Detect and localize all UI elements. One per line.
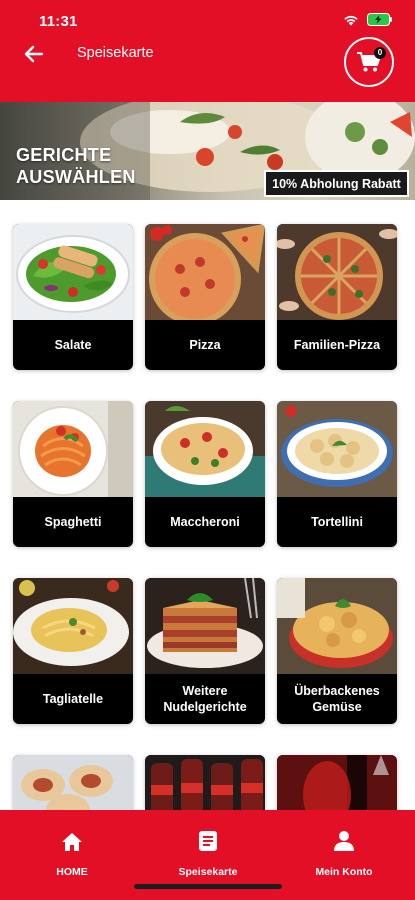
category-label: Spaghetti <box>44 515 102 529</box>
category-label: Familien-Pizza <box>293 338 381 352</box>
category-label: Maccheroni <box>170 515 240 529</box>
category-card-tortellini[interactable]: Tortellini <box>277 401 397 547</box>
arrow-left-icon <box>24 45 44 63</box>
category-label: Weitere Nudelgerichte <box>163 684 247 714</box>
category-card-pizza[interactable]: Pizza <box>145 224 265 370</box>
wifi-icon <box>344 15 358 25</box>
tortellini-image <box>277 401 397 497</box>
nav-home[interactable]: HOME <box>12 828 132 878</box>
family-pizza-image <box>277 224 397 320</box>
status-time: 11:31 <box>39 13 78 30</box>
cola-image <box>145 755 265 810</box>
app-header: 11:31 Speisekarte 0 <box>0 0 415 102</box>
category-card-wine[interactable] <box>277 755 397 810</box>
home-icon <box>62 833 82 851</box>
category-label: Tagliatelle <box>42 692 104 706</box>
lasagne-image <box>145 578 265 674</box>
category-card-rolls[interactable] <box>13 755 133 810</box>
category-card-ueberbackenes-gemuese[interactable]: Überbackenes Gemüse <box>277 578 397 724</box>
category-card-tagliatelle[interactable]: Tagliatelle <box>13 578 133 724</box>
battery-charging-icon <box>367 13 392 26</box>
category-label: Überbackenes Gemüse <box>294 684 380 714</box>
back-button[interactable] <box>20 40 48 68</box>
salad-image <box>13 224 133 320</box>
cart-button[interactable]: 0 <box>344 37 394 87</box>
home-indicator[interactable] <box>134 884 282 889</box>
tagliatelle-image <box>13 578 133 674</box>
category-card-weitere-nudelgerichte[interactable]: Weitere Nudelgerichte <box>145 578 265 724</box>
category-card-familien-pizza[interactable]: Familien-Pizza <box>277 224 397 370</box>
nav-menu[interactable]: Speisekarte <box>148 828 268 878</box>
banner-title: GERICHTE AUSWÄHLEN <box>16 145 136 187</box>
nav-home-label: HOME <box>56 866 88 878</box>
pizza-image <box>145 224 265 320</box>
person-icon <box>334 831 354 851</box>
menu-document-icon <box>199 831 217 851</box>
nav-menu-label: Speisekarte <box>178 866 238 878</box>
wine-image <box>277 755 397 810</box>
maccheroni-image <box>145 401 265 497</box>
nav-account[interactable]: Mein Konto <box>284 828 404 878</box>
category-label: Pizza <box>189 338 221 352</box>
cart-count-badge: 0 <box>374 47 386 59</box>
category-label: Salate <box>54 338 92 352</box>
spaghetti-image <box>13 401 133 497</box>
gratin-image <box>277 578 397 674</box>
category-card-salate[interactable]: Salate <box>13 224 133 370</box>
category-card-drinks[interactable] <box>145 755 265 810</box>
discount-badge: 10% Abholung Rabatt <box>264 170 409 197</box>
category-card-maccheroni[interactable]: Maccheroni <box>145 401 265 547</box>
page-title: Speisekarte <box>77 45 154 61</box>
promo-banner: GERICHTE AUSWÄHLEN 10% Abholung Rabatt <box>0 102 415 200</box>
category-grid: Salate Pizza Familien-Pizza Spaghetti Ma… <box>0 200 415 810</box>
category-label: Tortellini <box>311 515 363 529</box>
nav-account-label: Mein Konto <box>315 866 373 878</box>
rolls-image <box>13 755 133 810</box>
status-icons <box>343 13 393 26</box>
category-card-spaghetti[interactable]: Spaghetti <box>13 401 133 547</box>
